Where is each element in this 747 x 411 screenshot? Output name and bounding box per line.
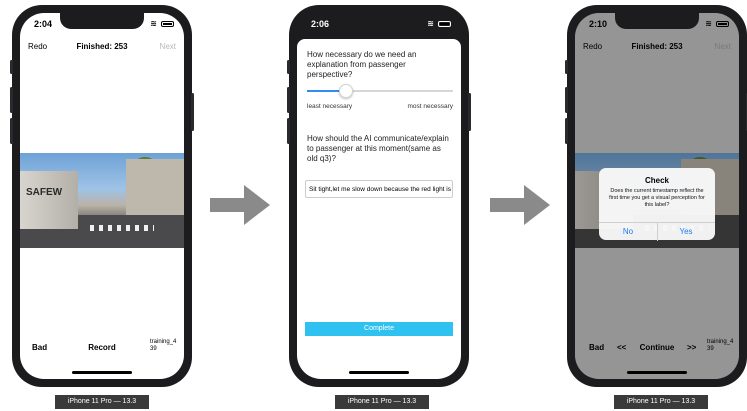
necessity-slider[interactable]	[307, 84, 453, 98]
volume-up-button	[10, 87, 13, 113]
wifi-icon: ≋	[150, 19, 158, 28]
home-indicator	[72, 371, 132, 374]
device-label-1: iPhone 11 Pro — 13.3	[55, 395, 149, 409]
device-label-2: iPhone 11 Pro — 13.3	[335, 395, 429, 409]
screen: 2:04 ≋ Redo Finished: 253 Next SAFEW Bad…	[20, 13, 184, 379]
battery-icon	[161, 20, 174, 27]
complete-button[interactable]: Complete	[305, 322, 453, 336]
slider-labels: least necessary most necessary	[307, 103, 453, 110]
dialog-actions: No Yes	[599, 222, 715, 241]
side-button	[191, 93, 194, 131]
question-communication: How should the AI communicate/explain to…	[307, 134, 449, 163]
home-indicator	[627, 371, 687, 374]
wifi-icon: ≋	[427, 19, 435, 28]
volume-up-button	[565, 87, 568, 113]
slider-thumb[interactable]	[339, 84, 354, 98]
truck-logo: SAFEW	[26, 187, 63, 198]
notch	[60, 13, 144, 29]
notch	[337, 13, 421, 29]
status-time: 2:06	[311, 19, 330, 29]
phone-question-form: How necessary do we need an explanation …	[287, 5, 471, 387]
truck	[20, 171, 78, 229]
device-label-3: iPhone 11 Pro — 13.3	[614, 395, 708, 409]
side-button	[468, 93, 471, 131]
next-button[interactable]: Next	[160, 42, 176, 51]
storyboard: 2:04 ≋ Redo Finished: 253 Next SAFEW Bad…	[0, 0, 747, 411]
notch	[615, 13, 699, 29]
volume-up-button	[287, 87, 290, 113]
form-sheet: How necessary do we need an explanation …	[297, 39, 461, 379]
screen: How necessary do we need an explanation …	[297, 13, 461, 379]
slider-min-label: least necessary	[307, 103, 353, 110]
home-indicator	[349, 371, 409, 374]
slider-max-label: most necessary	[407, 103, 453, 110]
mute-switch	[565, 60, 568, 74]
building	[126, 159, 184, 217]
clip-label: training_439	[150, 339, 177, 352]
status-icons: ≋	[427, 19, 451, 28]
mute-switch	[287, 60, 290, 74]
arrow-right-icon	[210, 185, 270, 225]
street-image: SAFEW	[20, 153, 184, 248]
status-icons: ≋	[150, 19, 174, 28]
volume-down-button	[565, 118, 568, 144]
dialog-message: Does the current timestamp reflect the f…	[609, 188, 705, 208]
answer-field[interactable]: Sit tight,let me slow down because the r…	[305, 180, 453, 198]
dialog-title: Check	[644, 176, 669, 185]
phone-check-dialog: 2:10 ≋ Redo Finished: 253 Next Bad << Co…	[565, 5, 747, 387]
volume-down-button	[10, 118, 13, 144]
yes-button[interactable]: Yes	[657, 223, 715, 241]
check-dialog: Check Does the current timestamp reflect…	[599, 168, 715, 241]
volume-down-button	[287, 118, 290, 144]
nav-bar: Redo Finished: 253 Next	[20, 37, 184, 57]
question-necessity: How necessary do we need an explanation …	[307, 50, 417, 79]
phone-recording: 2:04 ≋ Redo Finished: 253 Next SAFEW Bad…	[10, 5, 194, 387]
battery-icon	[438, 20, 451, 27]
mute-switch	[10, 60, 13, 74]
arrow-right-icon	[490, 185, 550, 225]
bottom-bar: Bad Record training_439	[20, 339, 184, 357]
status-time: 2:04	[34, 19, 53, 29]
screen: 2:10 ≋ Redo Finished: 253 Next Bad << Co…	[575, 13, 739, 379]
crosswalk	[90, 225, 154, 231]
no-button[interactable]: No	[599, 223, 657, 241]
